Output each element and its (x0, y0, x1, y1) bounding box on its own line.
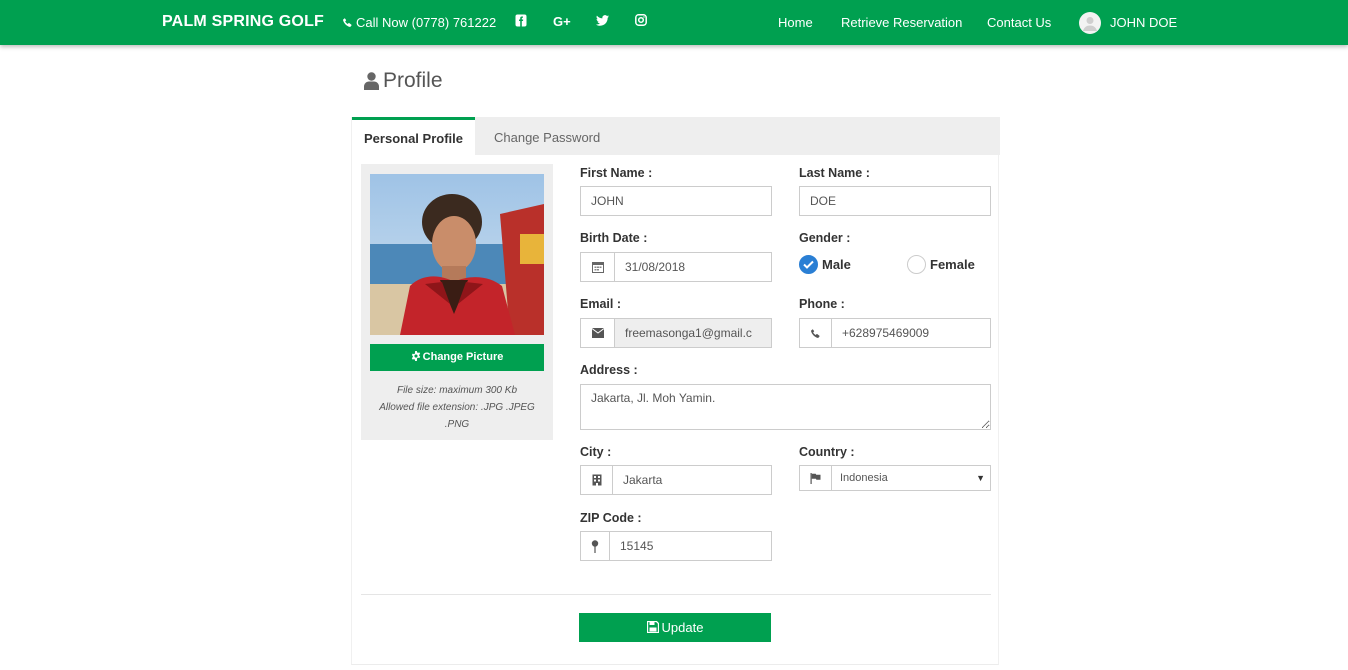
tab-bar: Personal Profile Change Password (352, 117, 1000, 155)
brand-logo[interactable]: PALM SPRING GOLF (162, 13, 324, 31)
user-menu[interactable]: JOHN DOE (1110, 15, 1177, 30)
radio-empty-icon (907, 255, 926, 274)
twitter-icon[interactable] (596, 14, 609, 30)
zip-label: ZIP Code : (580, 511, 642, 525)
update-button[interactable]: Update (579, 613, 771, 642)
gender-label: Gender : (799, 231, 851, 245)
city-field[interactable]: Jakarta (580, 465, 772, 495)
birth-date-label: Birth Date : (580, 231, 648, 245)
user-icon (364, 72, 379, 90)
nav-retrieve-reservation[interactable]: Retrieve Reservation (841, 15, 962, 30)
google-plus-icon[interactable]: G+ (553, 14, 571, 30)
flag-icon (800, 466, 832, 490)
form-divider (361, 594, 991, 595)
file-extension-note-cont: .PNG (444, 419, 470, 430)
page-title: Profile (364, 69, 443, 93)
gender-female-label: Female (930, 257, 975, 272)
birth-date-field[interactable]: 31/08/2018 (580, 252, 772, 282)
tab-personal-profile[interactable]: Personal Profile (352, 117, 475, 155)
email-label: Email : (580, 297, 621, 311)
nav-home[interactable]: Home (778, 15, 813, 30)
avatar[interactable] (1079, 12, 1101, 34)
zip-value: 15145 (620, 539, 654, 553)
checkmark-icon (799, 255, 818, 274)
birth-date-value: 31/08/2018 (625, 260, 686, 274)
envelope-icon (581, 319, 615, 347)
last-name-field[interactable]: DOE (799, 186, 991, 216)
profile-photo-box: Change Picture File size: maximum 300 Kb… (361, 164, 553, 440)
email-value: freemasonga1@gmail.c (615, 319, 771, 347)
address-field[interactable]: Jakarta, Jl. Moh Yamin. (580, 384, 991, 430)
phone-field[interactable]: +628975469009 (799, 318, 991, 348)
tab-change-password[interactable]: Change Password (494, 117, 600, 155)
facebook-icon[interactable] (515, 14, 527, 31)
call-now-text: Call Now (0778) 761222 (356, 15, 497, 30)
save-icon (646, 620, 659, 634)
change-picture-button[interactable]: Change Picture (370, 344, 544, 371)
file-size-note: File size: maximum 300 Kb (396, 385, 518, 396)
country-select[interactable]: Indonesia ▼ (799, 465, 991, 491)
email-field[interactable]: freemasonga1@gmail.c (580, 318, 772, 348)
nav-contact-us[interactable]: Contact Us (987, 15, 1051, 30)
last-name-label: Last Name : (799, 166, 870, 180)
file-requirements-note: File size: maximum 300 Kb Allowed file e… (370, 382, 544, 433)
phone-value: +628975469009 (842, 326, 930, 340)
phone-label: Phone : (799, 297, 845, 311)
call-now-link[interactable]: Call Now (0778) 761222 (342, 15, 496, 30)
update-label: Update (661, 620, 704, 635)
instagram-icon[interactable] (635, 14, 647, 30)
first-name-field[interactable]: JOHN (580, 186, 772, 216)
gender-female-radio[interactable]: Female (907, 255, 975, 274)
phone-icon (800, 319, 832, 347)
page-title-text: Profile (383, 69, 443, 92)
zip-field[interactable]: 15145 (580, 531, 772, 561)
dropdown-arrow-icon: ▼ (976, 473, 985, 483)
country-text: Indonesia (840, 472, 888, 484)
country-label: Country : (799, 445, 855, 459)
city-label: City : (580, 445, 612, 459)
phone-icon (343, 17, 352, 27)
country-value: Indonesia ▼ (832, 466, 990, 490)
top-navbar: PALM SPRING GOLF Call Now (0778) 761222 … (0, 0, 1348, 45)
first-name-label: First Name : (580, 166, 653, 180)
map-pin-icon (581, 532, 610, 560)
city-value: Jakarta (623, 473, 663, 487)
calendar-icon (581, 253, 615, 281)
profile-photo (370, 174, 544, 335)
file-extension-note: Allowed file extension: .JPG .JPEG (379, 402, 535, 413)
building-icon (581, 466, 613, 494)
profile-panel: Personal Profile Change Password Change … (351, 117, 1000, 665)
change-picture-label: Change Picture (422, 351, 504, 363)
address-label: Address : (580, 363, 638, 377)
gender-male-radio[interactable]: Male (799, 255, 851, 274)
gear-icon (411, 351, 420, 361)
gender-male-label: Male (822, 257, 851, 272)
